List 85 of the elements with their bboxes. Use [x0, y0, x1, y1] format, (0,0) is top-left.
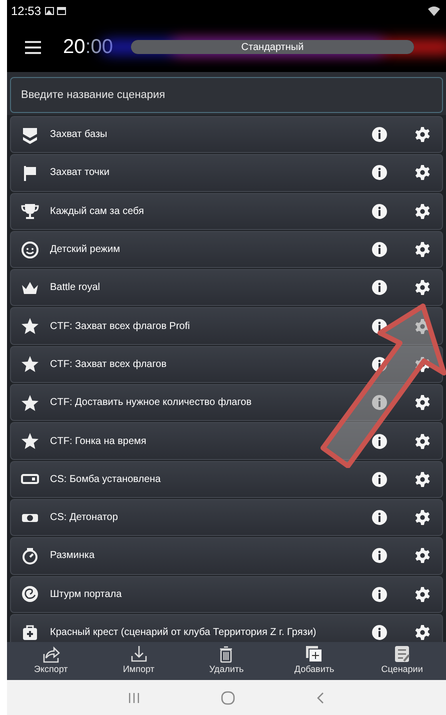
info-icon[interactable] [372, 548, 387, 564]
settings-icon[interactable] [415, 242, 430, 258]
trophy-icon [21, 202, 39, 220]
home-icon[interactable] [220, 690, 234, 704]
image-notification-icon [45, 7, 54, 15]
scenario-item[interactable]: CTF: Доставить нужное количество флагов [10, 384, 443, 422]
settings-icon[interactable] [415, 127, 430, 142]
scenario-item[interactable]: Захват базы [10, 116, 443, 154]
scenario-item[interactable]: Каждый сам за себя [10, 192, 443, 230]
toolbar-button[interactable]: Удалить [191, 645, 262, 677]
info-icon[interactable] [372, 127, 387, 142]
scenario-item[interactable]: CS: Детонатор [10, 498, 443, 536]
scenario-name: Штурм портала [50, 588, 123, 602]
share-icon [42, 645, 60, 664]
scenario-name: Battle royal [50, 281, 102, 296]
info-icon[interactable] [372, 280, 387, 296]
spiral-icon [21, 585, 39, 604]
flag-icon [21, 164, 39, 182]
settings-icon[interactable] [415, 625, 430, 640]
settings-icon[interactable] [415, 395, 430, 410]
status-time: 12:53 [11, 3, 42, 20]
scenario-item[interactable]: Штурм портала [10, 576, 443, 613]
info-icon[interactable] [372, 318, 387, 334]
back-icon[interactable] [316, 692, 326, 704]
info-icon[interactable] [372, 242, 387, 258]
settings-icon[interactable] [415, 165, 430, 180]
scenario-item[interactable]: CTF: Гонка на время [10, 422, 443, 460]
scenario-name: CTF: Захват всех флагов [50, 358, 168, 372]
scenario-name: Красный крест (сценарий от клуба Территория Z г. Грязи) [50, 626, 318, 640]
toolbar-button[interactable]: Экспорт [16, 645, 86, 677]
toolbar-button[interactable]: Импорт [104, 645, 174, 677]
info-icon[interactable] [372, 586, 387, 602]
scenario-name: CTF: Гонка на время [50, 434, 148, 449]
timer: 20:00 [63, 35, 114, 60]
scenario-name: CTF: Захват всех флагов Profi [50, 320, 191, 334]
toolbar-button[interactable]: Сценарии [367, 645, 438, 677]
scenario-name: Захват точки [50, 166, 110, 180]
recent-apps-icon[interactable] [128, 692, 140, 704]
star-icon [21, 355, 39, 374]
search-field[interactable]: Введите название сценария [10, 77, 443, 113]
settings-icon[interactable] [415, 586, 430, 602]
wifi-icon [428, 6, 440, 16]
scenario-name: Захват базы [50, 128, 108, 142]
scenario-item[interactable]: Разминка [10, 537, 443, 575]
settings-icon[interactable] [415, 510, 430, 526]
scenario-item[interactable]: CS: Бомба установлена [10, 460, 443, 498]
download-icon [130, 645, 148, 664]
info-icon[interactable] [372, 434, 387, 449]
shield-chevron-icon [21, 126, 39, 144]
settings-icon[interactable] [415, 434, 430, 449]
scenario-item[interactable]: Красный крест (сценарий от клуба Территория Z г. Грязи) [10, 614, 443, 642]
info-icon[interactable] [372, 472, 387, 487]
smiley-face-icon [21, 240, 39, 259]
scenario-item[interactable]: CTF: Захват всех флагов [10, 346, 443, 384]
menu-icon[interactable] [25, 40, 41, 54]
stopwatch-icon [21, 546, 39, 565]
settings-icon[interactable] [415, 472, 430, 487]
info-icon[interactable] [372, 165, 387, 180]
scenario-item[interactable]: Детский режим [10, 230, 443, 268]
scenario-name: Детский режим [50, 243, 121, 258]
scenario-name: Каждый сам за себя [50, 204, 145, 219]
scenario-name: CTF: Доставить нужное количество флагов [50, 396, 253, 410]
window-notification-icon [57, 7, 66, 15]
checklist-icon [393, 645, 412, 664]
info-icon[interactable] [372, 204, 387, 219]
scenario-name: Разминка [50, 549, 96, 564]
scenario-item[interactable]: Захват точки [10, 154, 443, 192]
add-page-icon [305, 645, 324, 664]
toolbar-button[interactable]: Добавить [279, 645, 350, 677]
star-icon [21, 317, 39, 336]
mode-selector[interactable]: Стандартный [131, 40, 414, 54]
scenario-name: CS: Бомба установлена [50, 472, 162, 487]
info-icon[interactable] [372, 510, 387, 526]
info-icon[interactable] [372, 625, 387, 640]
star-icon [21, 394, 39, 412]
star-icon [21, 432, 39, 450]
scenario-item[interactable]: CTF: Захват всех флагов Profi [10, 307, 443, 345]
scenario-name: CS: Детонатор [50, 511, 119, 526]
settings-icon[interactable] [415, 280, 430, 296]
settings-icon[interactable] [415, 204, 430, 219]
medical-bag-icon [21, 624, 39, 642]
info-icon[interactable] [372, 356, 387, 372]
settings-icon[interactable] [415, 356, 430, 372]
settings-icon[interactable] [415, 548, 430, 564]
scenario-item[interactable]: Battle royal [10, 269, 443, 306]
